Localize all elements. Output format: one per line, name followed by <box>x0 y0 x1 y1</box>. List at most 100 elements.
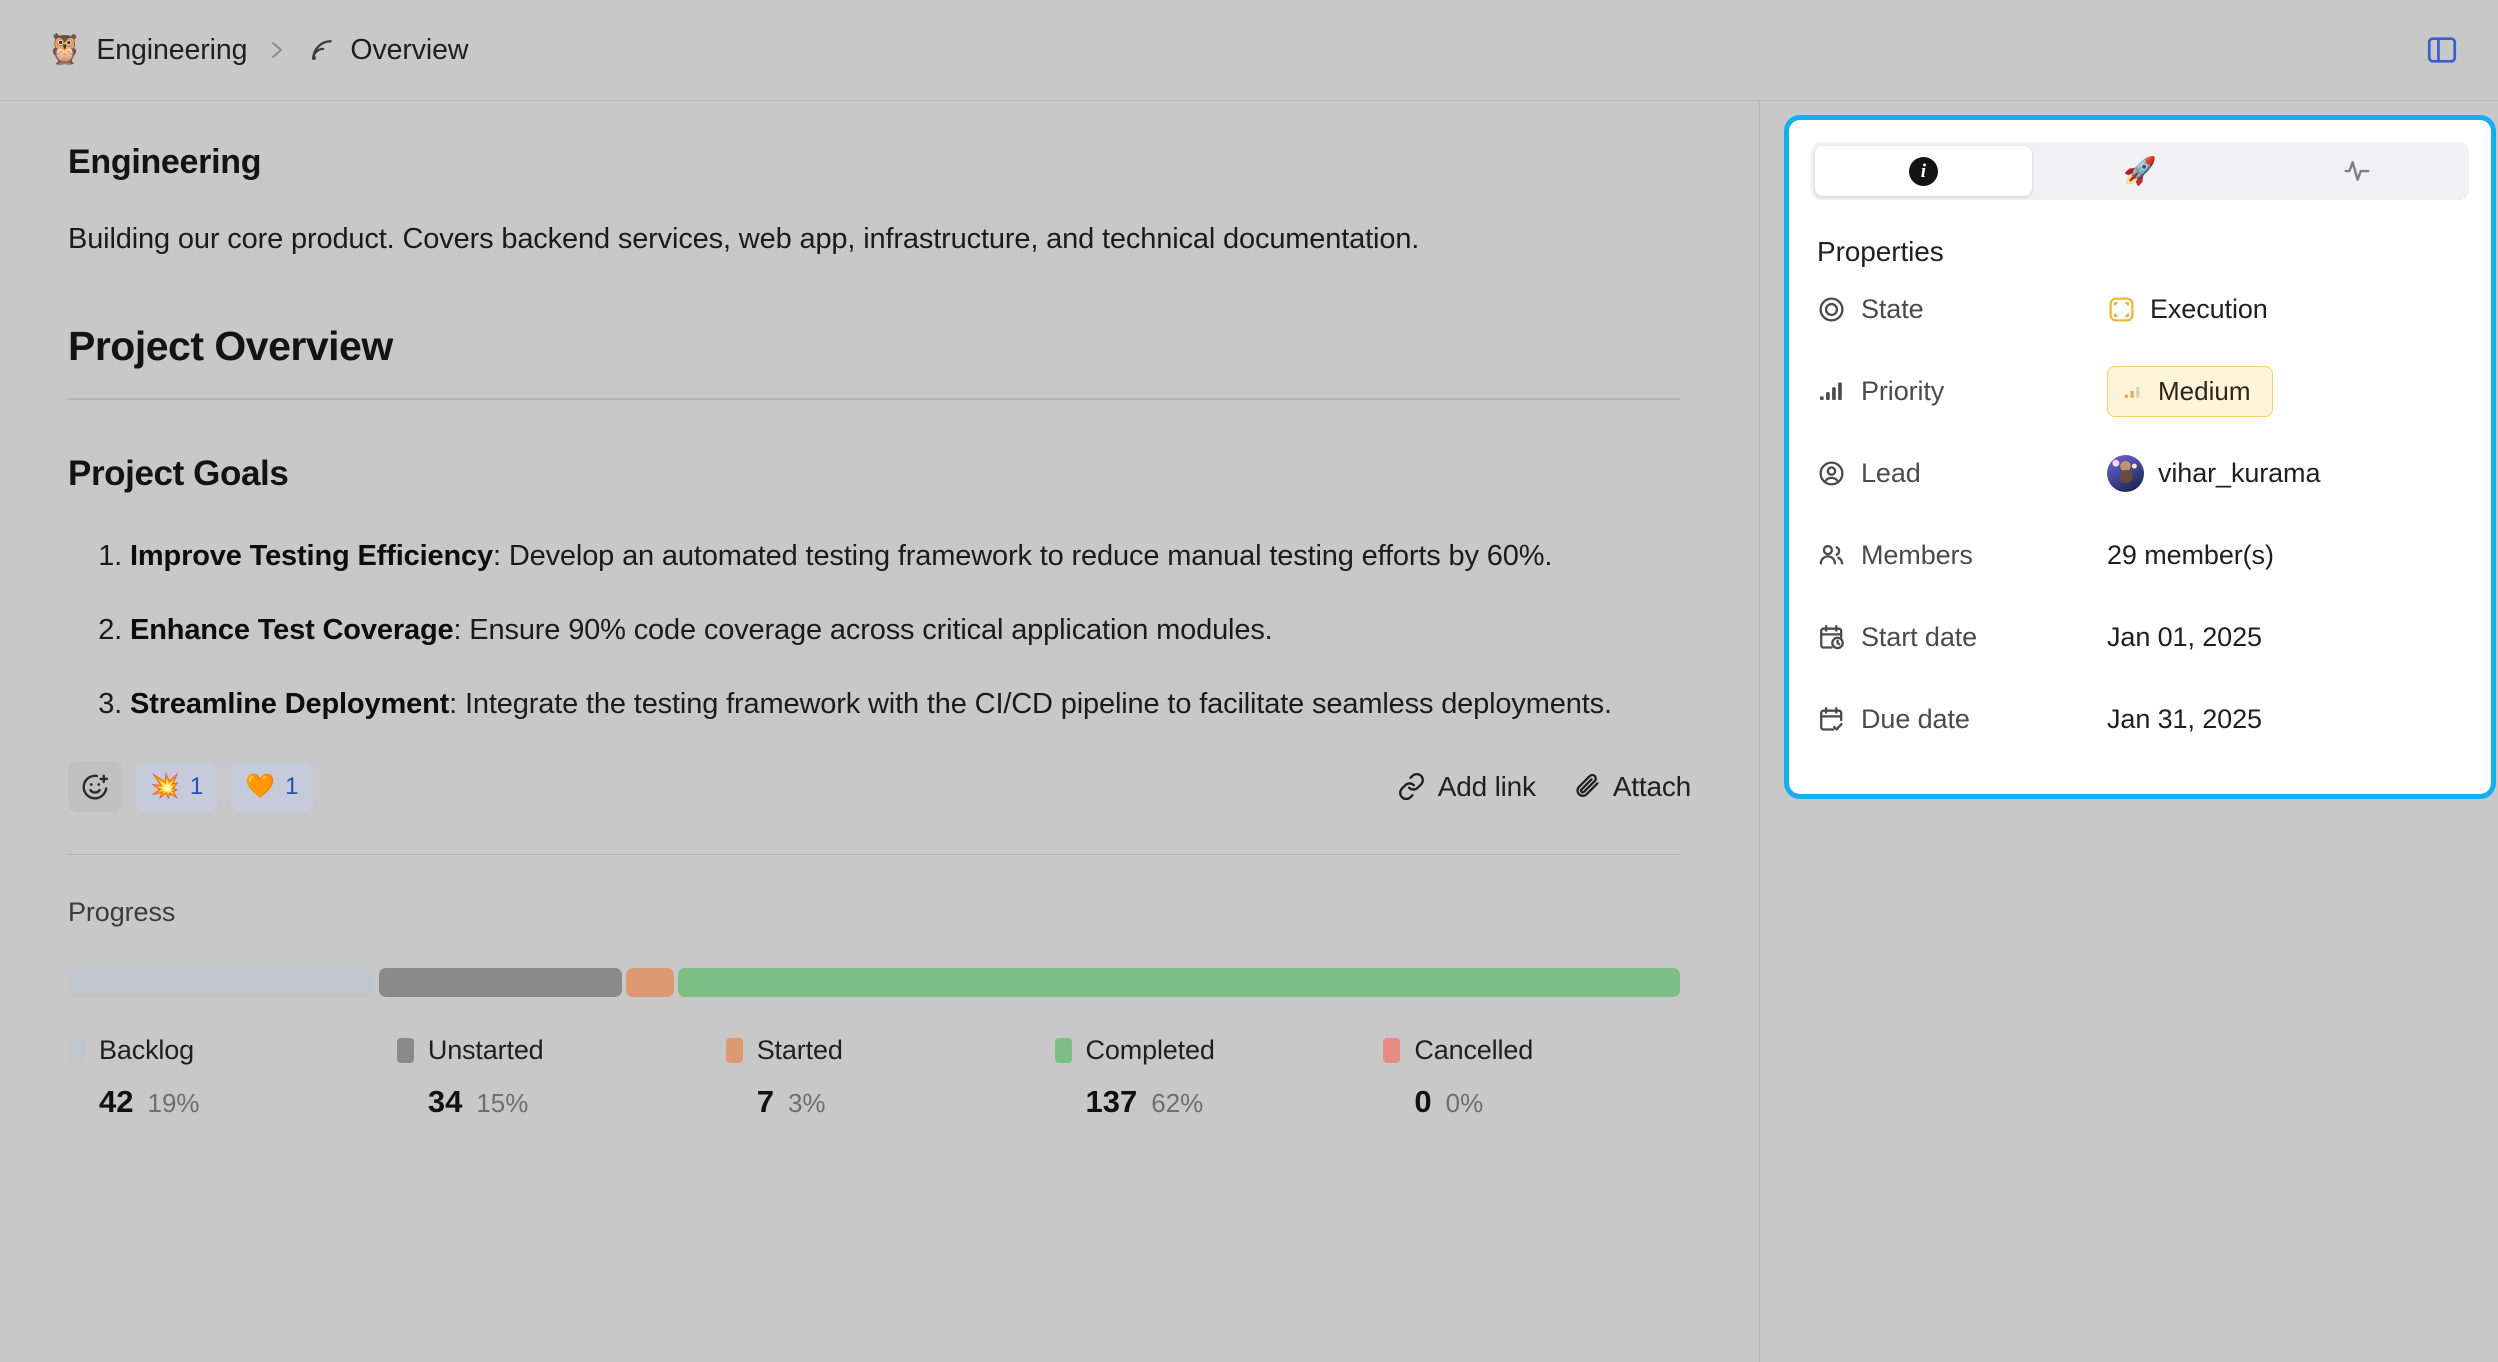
property-value-priority[interactable]: Medium <box>2107 365 2274 417</box>
property-row-priority: Priority Medium <box>1817 350 2469 432</box>
due-date-text: Jan 31, 2025 <box>2107 703 2262 734</box>
breadcrumb-item-overview[interactable]: Overview <box>299 29 476 72</box>
body-area: Engineering Building our core product. C… <box>0 101 2498 1362</box>
legend-count: 34 <box>427 1084 463 1120</box>
swatch-started <box>725 1038 743 1064</box>
orange-heart-emoji: 🧡 <box>245 772 276 800</box>
breadcrumb-label-overview: Overview <box>350 33 469 66</box>
legend-item-started: Started 7 3% <box>725 1035 1055 1120</box>
legend-item-cancelled: Cancelled 0 0% <box>1383 1035 1712 1120</box>
progress-legend: Backlog 42 19% Unstarted 34 15% Started … <box>68 1035 1680 1120</box>
legend-percent: 19% <box>147 1088 200 1119</box>
tab-activity[interactable] <box>2248 146 2465 196</box>
property-value-state[interactable]: Execution <box>2107 294 2268 325</box>
properties-heading: Properties <box>1817 236 1944 267</box>
panel-layout-icon[interactable] <box>2420 28 2464 72</box>
app-root: 🦉 Engineering Overview Engineering Build… <box>0 0 2498 1362</box>
add-link-button[interactable]: Add link <box>1397 771 1536 803</box>
property-value-text: Execution <box>2150 293 2268 324</box>
list-item: Improve Testing Efficiency: Develop an a… <box>130 534 1690 578</box>
users-icon <box>1817 541 1846 570</box>
user-circle-icon <box>1817 459 1846 488</box>
top-header: 🦉 Engineering Overview <box>0 0 2498 101</box>
swatch-completed <box>1054 1038 1072 1064</box>
right-sidebar: i 🚀 Properties State Execution Priority … <box>1760 101 2498 1362</box>
progress-heading: Progress <box>68 897 176 928</box>
progress-segment-completed <box>677 968 1680 998</box>
breadcrumb: 🦉 Engineering Overview <box>38 29 2420 72</box>
brackets-square-icon <box>2107 295 2136 324</box>
page-title: Engineering <box>68 143 262 181</box>
property-value-start-date[interactable]: Jan 01, 2025 <box>2107 622 2262 653</box>
property-label: Priority <box>1861 375 1945 406</box>
property-value-lead[interactable]: vihar_kurama <box>2107 454 2320 492</box>
legend-count: 137 <box>1085 1084 1138 1120</box>
swatch-cancelled <box>1383 1038 1401 1064</box>
owl-emoji: 🦉 <box>46 33 84 66</box>
breadcrumb-item-engineering[interactable]: 🦉 Engineering <box>38 29 255 72</box>
activity-pulse-icon <box>2342 156 2372 186</box>
calendar-check-icon <box>1817 705 1846 734</box>
collision-emoji: 💥 <box>150 772 180 800</box>
legend-percent: 62% <box>1151 1088 1204 1119</box>
legend-count: 42 <box>99 1084 134 1120</box>
legend-percent: 0% <box>1445 1088 1484 1119</box>
chevron-right-icon <box>255 35 299 65</box>
info-icon: i <box>1908 156 1938 186</box>
legend-label: Backlog <box>99 1035 195 1066</box>
tab-updates[interactable]: 🚀 <box>2032 146 2249 196</box>
target-icon <box>1817 295 1846 324</box>
paperclip-icon <box>1572 772 1601 801</box>
avatar <box>2107 454 2144 492</box>
broadcast-icon <box>307 35 337 65</box>
calendar-clock-icon <box>1817 623 1846 652</box>
properties-card: i 🚀 Properties State Execution Priority … <box>1784 115 2496 799</box>
attach-button[interactable]: Attach <box>1572 771 1691 803</box>
property-label: State <box>1861 293 1924 324</box>
reaction-pill[interactable]: 💥 1 <box>136 761 218 812</box>
signal-bars-icon <box>1817 377 1846 406</box>
goal-title: Streamline Deployment <box>130 687 450 720</box>
legend-label: Started <box>756 1035 843 1066</box>
panel-tabs: i 🚀 <box>1811 142 2469 200</box>
property-key: Priority <box>1817 376 2107 407</box>
swatch-unstarted <box>396 1038 414 1064</box>
list-item: Streamline Deployment: Integrate the tes… <box>130 682 1690 726</box>
progress-segment-backlog <box>68 968 376 998</box>
divider <box>68 853 1680 856</box>
legend-count: 0 <box>1414 1084 1432 1120</box>
property-key: Lead <box>1817 458 2107 489</box>
property-label: Lead <box>1861 457 1921 488</box>
property-label: Members <box>1861 539 1973 570</box>
property-key: Members <box>1817 540 2107 571</box>
goal-body: : Ensure 90% code coverage across critic… <box>453 613 1273 646</box>
divider <box>68 398 1680 400</box>
goal-title: Improve Testing Efficiency <box>130 539 493 572</box>
legend-label: Completed <box>1085 1035 1215 1066</box>
tab-info[interactable]: i <box>1815 146 2032 196</box>
legend-percent: 3% <box>787 1088 826 1119</box>
property-row-state: State Execution <box>1817 268 2469 350</box>
property-key: State <box>1817 294 2107 325</box>
section-heading-project-overview: Project Overview <box>68 323 393 370</box>
priority-bars-icon <box>2122 380 2144 402</box>
legend-percent: 15% <box>476 1088 529 1119</box>
property-label: Start date <box>1861 621 1978 652</box>
reaction-pill[interactable]: 🧡 1 <box>231 761 313 812</box>
reaction-count: 1 <box>285 772 299 800</box>
list-item: Enhance Test Coverage: Ensure 90% code c… <box>130 608 1690 652</box>
smiley-plus-icon[interactable] <box>68 761 122 812</box>
legend-item-unstarted: Unstarted 34 15% <box>396 1035 726 1120</box>
property-value-due-date[interactable]: Jan 31, 2025 <box>2107 704 2262 735</box>
progress-segment-unstarted <box>379 968 622 998</box>
swatch-backlog <box>68 1038 85 1064</box>
reaction-action-row: 💥 1 🧡 1 Add link Attach <box>68 756 1691 818</box>
legend-item-backlog: Backlog 42 19% <box>68 1035 397 1120</box>
property-value-members[interactable]: 29 member(s) <box>2107 540 2274 571</box>
attach-label: Attach <box>1612 770 1691 802</box>
legend-label: Unstarted <box>427 1035 544 1066</box>
add-link-label: Add link <box>1437 770 1536 802</box>
property-row-start-date: Start date Jan 01, 2025 <box>1817 596 2469 678</box>
main-content: Engineering Building our core product. C… <box>0 101 1760 1362</box>
link-icon <box>1397 772 1426 801</box>
